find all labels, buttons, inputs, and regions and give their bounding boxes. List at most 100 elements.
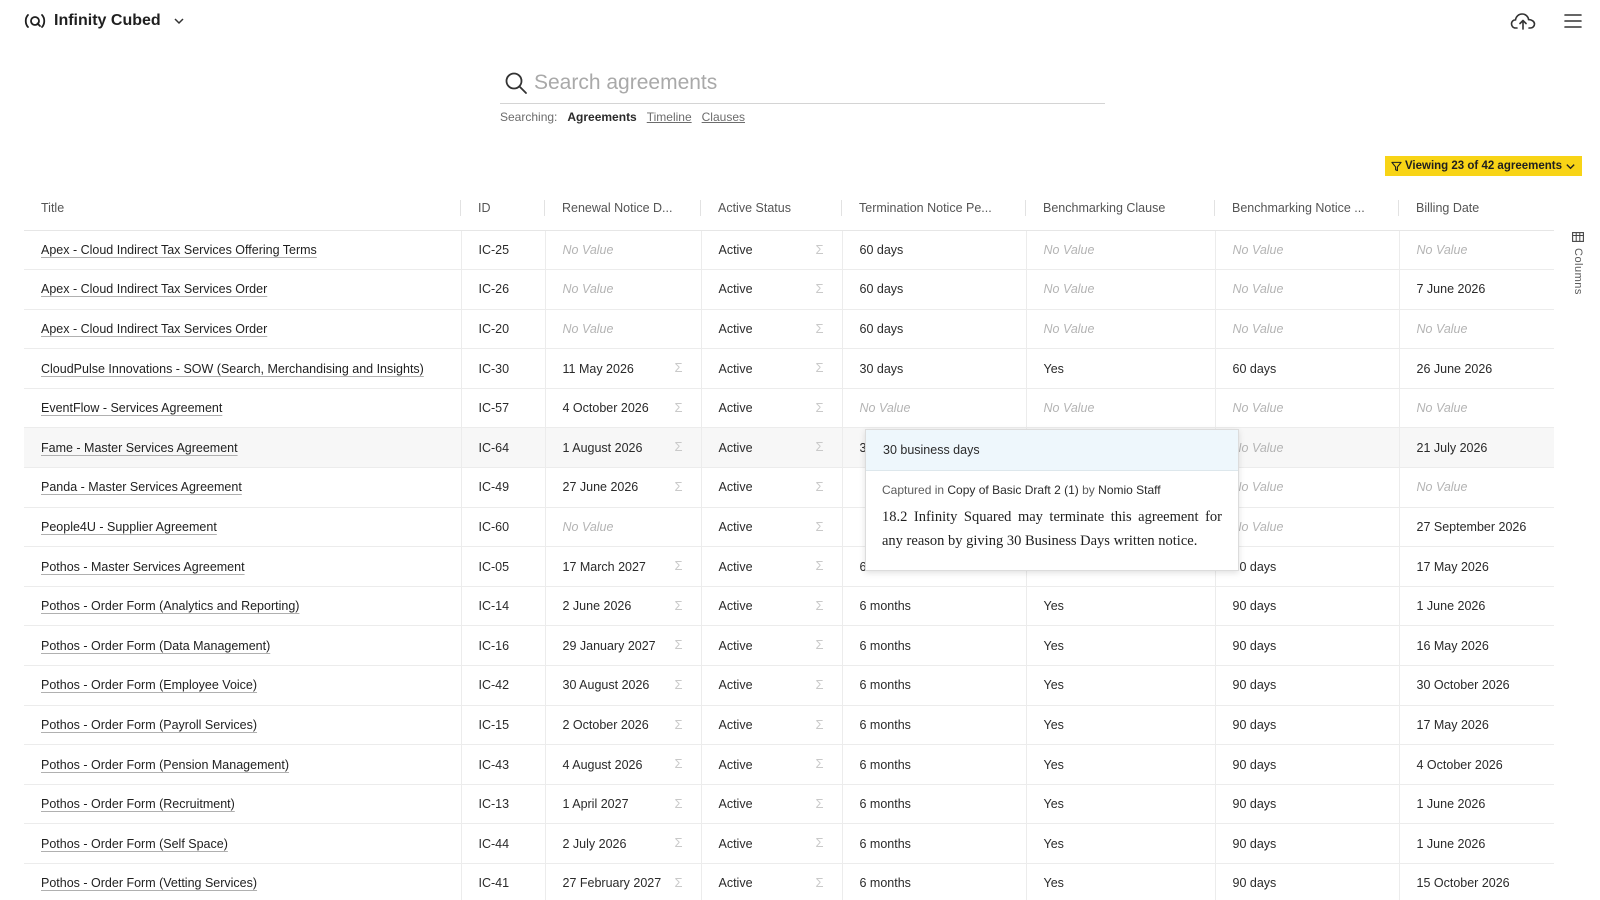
table-row[interactable]: Apex - Cloud Indirect Tax Services Order… [24,309,1554,350]
sigma-icon[interactable]: Σ [675,598,687,613]
sigma-icon[interactable]: Σ [816,796,828,811]
sigma-icon[interactable]: Σ [675,559,687,573]
cell-renewal-notice-date[interactable]: 29 January 2027 Σ [545,625,702,667]
column-header-billing-date[interactable]: Billing Date [1399,186,1554,231]
column-header-active-status[interactable]: Active Status [701,186,842,231]
cell-benchmarking-clause[interactable]: Yes [1026,586,1216,627]
column-header-benchmarking-notice[interactable]: Benchmarking Notice ... [1215,186,1399,231]
sigma-icon[interactable]: Σ [675,678,687,692]
cell-renewal-notice-date[interactable]: No Value [545,309,702,350]
cell-renewal-notice-date[interactable]: No Value [545,230,702,271]
cell-id[interactable]: IC-41 [461,863,546,900]
sigma-icon[interactable]: Σ [675,361,687,375]
table-row[interactable]: Pothos - Order Form (Payroll Services) IC… [24,705,1554,746]
cell-renewal-notice-date[interactable]: 1 August 2026 Σ [545,427,702,469]
cell-benchmarking-notice[interactable]: 90 days [1215,744,1400,785]
cell-termination-notice-period[interactable]: 6 months [842,863,1027,900]
workspace-switcher[interactable]: Infinity Cubed [24,8,185,34]
cell-benchmarking-notice[interactable]: 90 days [1215,586,1400,627]
cell-active-status[interactable]: Active Σ [701,388,843,429]
agreement-title-link[interactable]: Pothos - Order Form (Self Space) [41,837,228,851]
agreement-title-link[interactable]: Apex - Cloud Indirect Tax Services Offer… [41,243,317,257]
cell-active-status[interactable]: Active Σ [701,586,843,627]
cell-billing-date[interactable]: 7 June 2026 [1399,269,1554,310]
cell-billing-date[interactable]: 15 October 2026 [1399,863,1554,900]
cell-billing-date[interactable]: 27 September 2026 [1399,507,1554,548]
cell-id[interactable]: IC-49 [461,467,546,508]
cell-billing-date[interactable]: 4 October 2026 [1399,744,1554,785]
cell-renewal-notice-date[interactable]: 17 March 2027 Σ [545,546,702,587]
cell-termination-notice-period[interactable]: 6 months [842,665,1027,706]
table-row[interactable]: Fame - Master Services Agreement IC-64 1 A… [24,427,1554,469]
table-row[interactable]: Pothos - Order Form (Recruitment) IC-13 1 … [24,784,1554,825]
cell-benchmarking-notice[interactable]: No Value [1215,388,1400,429]
sigma-icon[interactable]: Σ [816,876,828,890]
cell-benchmarking-notice[interactable]: No Value [1215,230,1400,271]
cell-renewal-notice-date[interactable]: 2 June 2026 Σ [545,586,702,627]
cell-benchmarking-clause[interactable]: Yes [1026,705,1216,746]
agreement-title-link[interactable]: Pothos - Order Form (Employee Voice) [41,678,257,692]
agreement-title-link[interactable]: Pothos - Order Form (Pension Management) [41,758,289,772]
cell-id[interactable]: IC-15 [461,705,546,746]
sigma-icon[interactable]: Σ [816,321,828,336]
cell-id[interactable]: IC-43 [461,744,546,785]
cell-benchmarking-clause[interactable]: Yes [1026,823,1216,864]
cell-benchmarking-clause[interactable]: No Value [1026,230,1216,271]
agreement-title-link[interactable]: Apex - Cloud Indirect Tax Services Order [41,322,267,336]
cell-benchmarking-notice[interactable]: 90 days [1215,823,1400,864]
cell-active-status[interactable]: Active Σ [701,230,843,271]
cell-active-status[interactable]: Active Σ [701,625,843,667]
cell-active-status[interactable]: Active Σ [701,348,843,389]
sigma-icon[interactable]: Σ [675,876,687,890]
cell-id[interactable]: IC-16 [461,625,546,667]
agreement-title-link[interactable]: Pothos - Order Form (Payroll Services) [41,718,257,732]
cell-id[interactable]: IC-26 [461,269,546,310]
agreement-title-link[interactable]: Pothos - Order Form (Data Management) [41,639,270,653]
cell-billing-date[interactable]: No Value [1399,467,1554,508]
scope-tab-clauses[interactable]: Clauses [702,110,745,124]
sigma-icon[interactable]: Σ [675,440,687,454]
cell-termination-notice-period[interactable]: 6 months [842,823,1027,864]
cell-benchmarking-notice[interactable]: 60 days [1215,348,1400,389]
cell-benchmarking-notice[interactable]: No Value [1215,467,1400,508]
cell-benchmarking-clause[interactable]: Yes [1026,784,1216,825]
cell-benchmarking-clause[interactable]: No Value [1026,388,1216,429]
table-row[interactable]: CloudPulse Innovations - SOW (Search, Me… [24,348,1554,389]
cell-id[interactable]: IC-44 [461,823,546,864]
sigma-icon[interactable]: Σ [675,796,687,811]
table-row[interactable]: Apex - Cloud Indirect Tax Services Order… [24,269,1554,310]
sigma-icon[interactable]: Σ [816,598,828,613]
viewing-filter-badge[interactable]: Viewing 23 of 42 agreements [1384,156,1582,176]
search-input[interactable] [534,70,1105,95]
cell-benchmarking-notice[interactable]: 90 days [1215,546,1400,587]
cell-id[interactable]: IC-64 [461,427,546,469]
cell-billing-date[interactable]: 30 October 2026 [1399,665,1554,706]
cell-renewal-notice-date[interactable]: No Value [545,269,702,310]
agreement-title-link[interactable]: Panda - Master Services Agreement [41,480,242,494]
column-header-benchmarking-clause[interactable]: Benchmarking Clause [1026,186,1215,231]
cell-billing-date[interactable]: No Value [1399,230,1554,271]
cell-active-status[interactable]: Active Σ [701,863,843,900]
cell-active-status[interactable]: Active Σ [701,546,843,587]
columns-panel-toggle[interactable]: Columns [1566,232,1590,295]
cell-billing-date[interactable]: 26 June 2026 [1399,348,1554,389]
upload-button[interactable] [1510,8,1536,34]
cell-active-status[interactable]: Active Σ [701,705,843,746]
cell-termination-notice-period[interactable]: 60 days [842,230,1027,271]
cell-renewal-notice-date[interactable]: 27 February 2027 Σ [545,863,702,900]
agreement-title-link[interactable]: People4U - Supplier Agreement [41,520,217,534]
source-document-link[interactable]: Copy of Basic Draft 2 (1) [947,483,1078,497]
sigma-icon[interactable]: Σ [816,638,828,652]
cell-active-status[interactable]: Active Σ [701,823,843,864]
cell-renewal-notice-date[interactable]: No Value [545,507,702,548]
cell-termination-notice-period[interactable]: 6 months [842,625,1027,667]
cell-billing-date[interactable]: 17 May 2026 [1399,546,1554,587]
sigma-icon[interactable]: Σ [816,480,828,494]
cell-renewal-notice-date[interactable]: 11 May 2026 Σ [545,348,702,389]
cell-active-status[interactable]: Active Σ [701,784,843,825]
table-row[interactable]: Apex - Cloud Indirect Tax Services Offer… [24,230,1554,271]
table-row[interactable]: Pothos - Order Form (Vetting Services) IC… [24,863,1554,900]
cell-id[interactable]: IC-20 [461,309,546,350]
cell-id[interactable]: IC-13 [461,784,546,825]
cell-id[interactable]: IC-14 [461,586,546,627]
